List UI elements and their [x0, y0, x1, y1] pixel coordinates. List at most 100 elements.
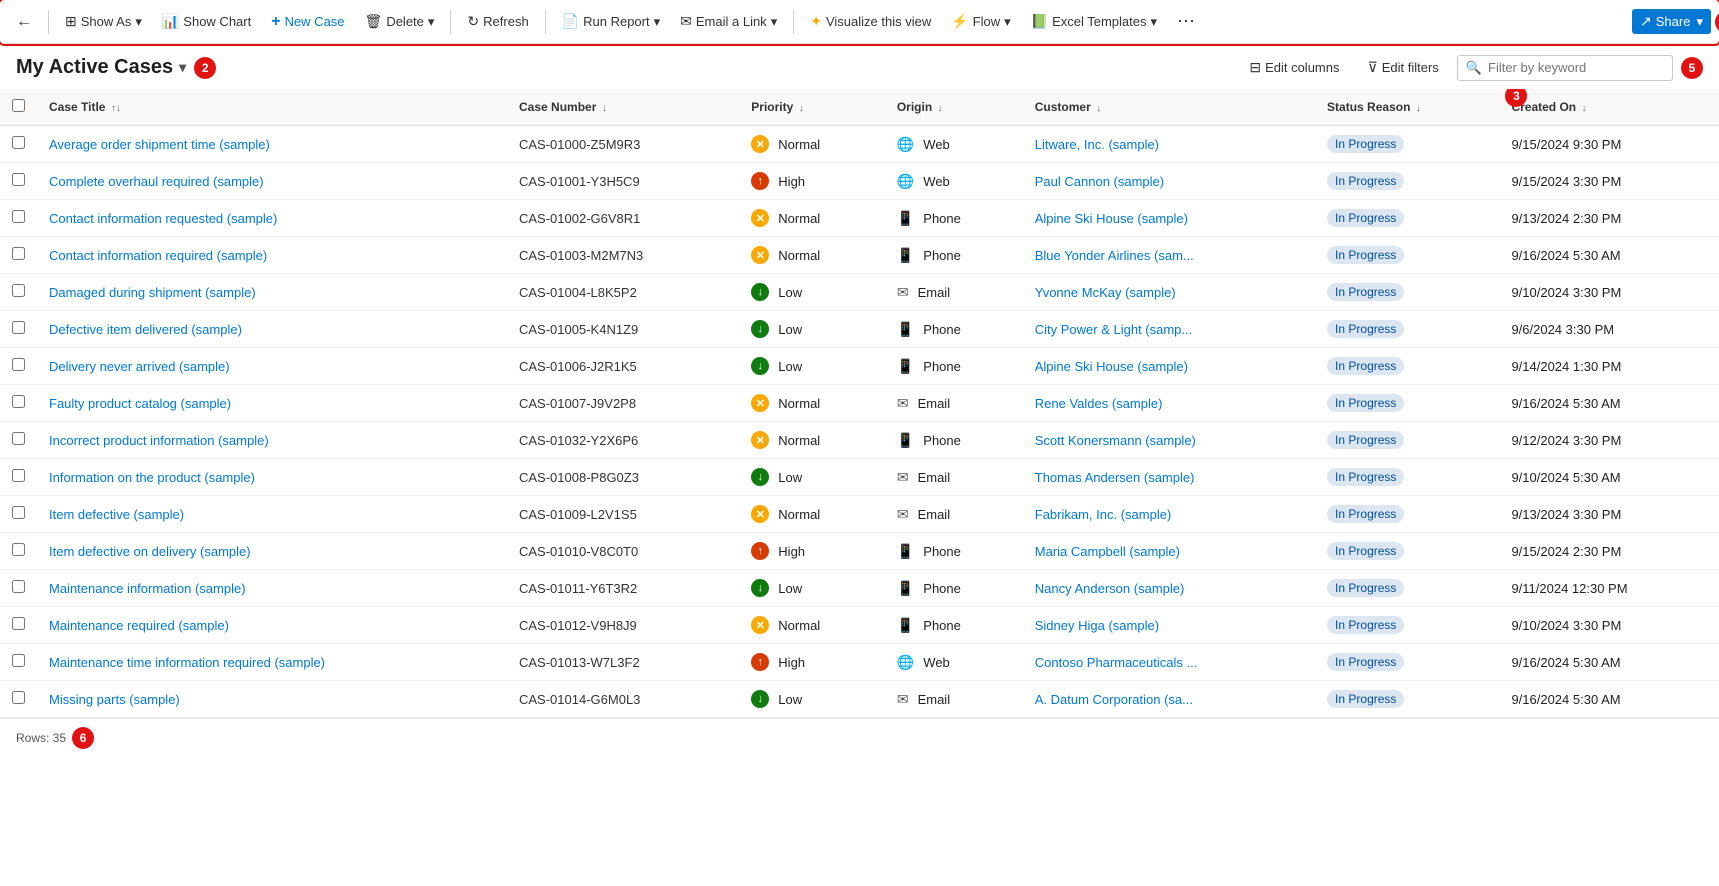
row-checkbox[interactable]: [12, 654, 25, 667]
case-title-link[interactable]: Information on the product (sample): [49, 470, 255, 485]
row-checkbox[interactable]: [12, 691, 25, 704]
case-title-link[interactable]: Item defective (sample): [49, 507, 184, 522]
customer-link[interactable]: Litware, Inc. (sample): [1035, 137, 1159, 152]
customer-link[interactable]: Scott Konersmann (sample): [1035, 433, 1196, 448]
col-header-number[interactable]: Case Number ↓: [507, 89, 739, 126]
case-title-link[interactable]: Incorrect product information (sample): [49, 433, 269, 448]
row-status-cell: In Progress: [1315, 459, 1499, 496]
priority-icon: ✕ Normal: [751, 616, 820, 634]
customer-link[interactable]: City Power & Light (samp...: [1035, 322, 1193, 337]
customer-link[interactable]: Blue Yonder Airlines (sam...: [1035, 248, 1194, 263]
case-title-link[interactable]: Delivery never arrived (sample): [49, 359, 230, 374]
customer-link[interactable]: Fabrikam, Inc. (sample): [1035, 507, 1172, 522]
row-checkbox[interactable]: [12, 321, 25, 334]
row-checkbox-cell[interactable]: [0, 459, 37, 496]
case-title-link[interactable]: Average order shipment time (sample): [49, 137, 270, 152]
row-checkbox-cell[interactable]: [0, 496, 37, 533]
case-title-link[interactable]: Maintenance information (sample): [49, 581, 246, 596]
row-checkbox-cell[interactable]: [0, 200, 37, 237]
case-title-link[interactable]: Complete overhaul required (sample): [49, 174, 264, 189]
share-button[interactable]: ↗ Share ▾: [1632, 9, 1711, 34]
case-title-link[interactable]: Maintenance required (sample): [49, 618, 229, 633]
back-button[interactable]: ←: [8, 9, 40, 35]
row-checkbox[interactable]: [12, 284, 25, 297]
row-checkbox-cell[interactable]: [0, 644, 37, 681]
filter-keyword-input[interactable]: [1488, 60, 1664, 75]
show-as-button[interactable]: ⊞ Show As ▾: [57, 9, 150, 34]
col-header-origin[interactable]: Origin ↓: [885, 89, 1023, 126]
row-checkbox-cell[interactable]: [0, 422, 37, 459]
excel-button[interactable]: 📗 Excel Templates ▾: [1023, 9, 1165, 34]
email-link-button[interactable]: ✉ Email a Link ▾: [672, 9, 785, 34]
case-title-link[interactable]: Defective item delivered (sample): [49, 322, 242, 337]
row-checkbox[interactable]: [12, 247, 25, 260]
row-checkbox-cell[interactable]: [0, 607, 37, 644]
row-checkbox[interactable]: [12, 506, 25, 519]
run-report-button[interactable]: 📄 Run Report ▾: [554, 9, 668, 34]
flow-button[interactable]: ⚡ Flow ▾: [943, 9, 1018, 34]
customer-link[interactable]: Rene Valdes (sample): [1035, 396, 1163, 411]
customer-link[interactable]: Nancy Anderson (sample): [1035, 581, 1185, 596]
col-header-priority[interactable]: Priority ↓: [739, 89, 885, 126]
col-header-created[interactable]: Created On ↓ 4: [1499, 89, 1719, 126]
select-all-checkbox[interactable]: [12, 99, 25, 112]
row-checkbox[interactable]: [12, 358, 25, 371]
row-checkbox-cell[interactable]: [0, 681, 37, 718]
case-title-link[interactable]: Faulty product catalog (sample): [49, 396, 231, 411]
divider-3: [545, 10, 546, 34]
row-title-cell: Faulty product catalog (sample): [37, 385, 507, 422]
col-header-customer[interactable]: Customer ↓: [1023, 89, 1315, 126]
customer-link[interactable]: Maria Campbell (sample): [1035, 544, 1180, 559]
col-header-title[interactable]: Case Title ↑↓: [37, 89, 507, 126]
customer-link[interactable]: Alpine Ski House (sample): [1035, 211, 1188, 226]
new-case-button[interactable]: + New Case: [263, 9, 352, 35]
row-checkbox[interactable]: [12, 580, 25, 593]
customer-link[interactable]: Thomas Andersen (sample): [1035, 470, 1195, 485]
delete-button[interactable]: 🗑 Delete ▾: [357, 9, 443, 34]
customer-link[interactable]: Contoso Pharmaceuticals ...: [1035, 655, 1198, 670]
row-checkbox-cell[interactable]: [0, 385, 37, 422]
view-title-chevron-icon[interactable]: ▾: [179, 59, 186, 76]
row-checkbox[interactable]: [12, 617, 25, 630]
customer-link[interactable]: Yvonne McKay (sample): [1035, 285, 1176, 300]
status-badge: In Progress: [1327, 690, 1404, 708]
visualize-button[interactable]: ✦ Visualize this view: [802, 9, 939, 34]
case-title-link[interactable]: Damaged during shipment (sample): [49, 285, 256, 300]
row-checkbox-cell[interactable]: [0, 570, 37, 607]
row-checkbox[interactable]: [12, 543, 25, 556]
customer-link[interactable]: Alpine Ski House (sample): [1035, 359, 1188, 374]
edit-columns-button[interactable]: ⊟ Edit columns: [1239, 54, 1349, 81]
case-title-link[interactable]: Contact information requested (sample): [49, 211, 277, 226]
row-checkbox-cell[interactable]: [0, 348, 37, 385]
row-checkbox-cell[interactable]: [0, 126, 37, 163]
created-date: 9/11/2024 12:30 PM: [1511, 581, 1627, 596]
more-button[interactable]: ⋯: [1169, 7, 1203, 36]
scroll-area[interactable]: Case Title ↑↓ Case Number ↓ Priority ↓ O…: [0, 89, 1719, 718]
row-checkbox-cell[interactable]: [0, 533, 37, 570]
row-title-cell: Maintenance required (sample): [37, 607, 507, 644]
customer-link[interactable]: A. Datum Corporation (sa...: [1035, 692, 1193, 707]
col-header-status[interactable]: Status Reason ↓ 3: [1315, 89, 1499, 126]
row-checkbox-cell[interactable]: [0, 237, 37, 274]
case-title-link[interactable]: Contact information required (sample): [49, 248, 267, 263]
row-priority-cell: ↓ Low: [739, 681, 885, 718]
case-title-link[interactable]: Item defective on delivery (sample): [49, 544, 251, 559]
row-checkbox-cell[interactable]: [0, 311, 37, 348]
row-checkbox[interactable]: [12, 395, 25, 408]
customer-link[interactable]: Sidney Higa (sample): [1035, 618, 1159, 633]
row-checkbox[interactable]: [12, 173, 25, 186]
refresh-button[interactable]: ↻ Refresh: [459, 9, 536, 34]
row-checkbox[interactable]: [12, 432, 25, 445]
row-checkbox-cell[interactable]: [0, 163, 37, 200]
row-checkbox[interactable]: [12, 136, 25, 149]
row-checkbox-cell[interactable]: [0, 274, 37, 311]
show-chart-button[interactable]: 📊 Show Chart: [154, 9, 259, 34]
row-checkbox[interactable]: [12, 469, 25, 482]
case-title-link[interactable]: Missing parts (sample): [49, 692, 180, 707]
edit-filters-button[interactable]: ⊽ Edit filters: [1357, 54, 1448, 81]
row-status-cell: In Progress: [1315, 348, 1499, 385]
row-checkbox[interactable]: [12, 210, 25, 223]
case-title-link[interactable]: Maintenance time information required (s…: [49, 655, 325, 670]
customer-link[interactable]: Paul Cannon (sample): [1035, 174, 1164, 189]
select-all-header[interactable]: [0, 89, 37, 126]
